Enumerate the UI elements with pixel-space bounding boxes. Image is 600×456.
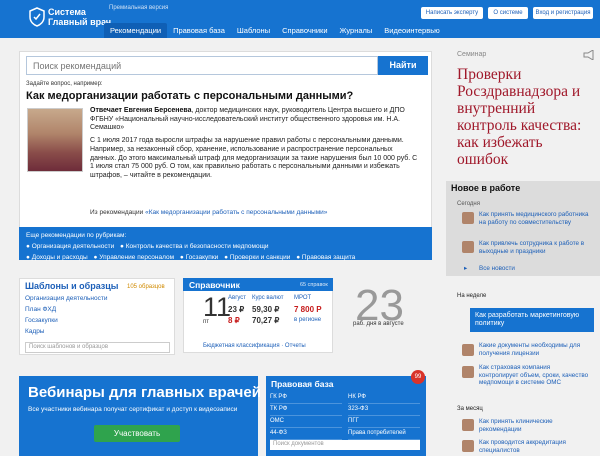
legal-title[interactable]: Правовая база xyxy=(271,379,333,389)
reference-links[interactable]: Бюджетная классификация · Отчеты xyxy=(203,343,306,349)
logo-line2: Главный врач xyxy=(48,17,112,27)
reference-count: 65 справок xyxy=(300,282,328,288)
avatar xyxy=(462,241,474,253)
template-item[interactable]: План ФХД xyxy=(25,306,56,313)
rubric-item[interactable]: ● Правовая защита xyxy=(296,254,355,261)
reference-weekday: пт xyxy=(203,319,209,325)
legal-search-input[interactable]: Поиск документов xyxy=(270,440,420,450)
week-label: На неделе xyxy=(457,293,487,299)
legal-item[interactable]: Права потребителей xyxy=(348,428,420,440)
rubric-item[interactable]: ● Организация деятельности xyxy=(26,243,114,250)
legal-item[interactable]: 323-ФЗ xyxy=(348,404,420,416)
avatar xyxy=(462,212,474,224)
rubric-item[interactable]: ● Госзакупки xyxy=(180,254,218,261)
news-title: Новое в работе xyxy=(451,183,521,193)
legal-item[interactable]: ПГГ xyxy=(348,416,420,428)
news-item[interactable]: Как привлечь сотрудника к работе в выход… xyxy=(479,240,591,255)
month-item[interactable]: Как принять клинические рекомендации xyxy=(479,418,591,433)
rubric-item[interactable]: ● Проверки и санкции xyxy=(224,254,290,261)
template-item[interactable]: Кадры xyxy=(25,328,44,335)
author-name: Отвечает Евгения Берсенева xyxy=(90,107,192,114)
avatar xyxy=(462,366,474,378)
webinar-text: Все участники вебинара получат сертифика… xyxy=(28,406,238,413)
nav-legal-base[interactable]: Правовая база xyxy=(167,23,231,38)
webinar-title: Вебинары для главных врачей xyxy=(28,384,261,401)
news-item[interactable]: Как принять медицинского работника на ра… xyxy=(479,211,591,226)
nav-video[interactable]: Видеоинтервью xyxy=(378,23,445,38)
month-label: За месяц xyxy=(457,406,483,412)
legal-item[interactable]: ОМС xyxy=(270,416,342,428)
ref-col3-val: 7 800 Р xyxy=(294,305,322,314)
ref-col1-val1: 23 ₽ xyxy=(228,305,245,314)
horn-icon[interactable] xyxy=(583,50,594,60)
write-expert-button[interactable]: Написать эксперту xyxy=(421,7,483,19)
templates-title[interactable]: Шаблоны и образцы xyxy=(25,281,119,291)
legal-item[interactable]: 44-ФЗ xyxy=(270,428,342,440)
from-label: Из рекомендации xyxy=(90,209,144,216)
seminar-label: Семинар xyxy=(457,51,487,58)
nav-recommendations[interactable]: Рекомендации xyxy=(104,23,168,38)
avatar xyxy=(462,440,474,452)
search-input[interactable] xyxy=(26,56,378,75)
answer-block: Отвечает Евгения Берсенева, доктор медиц… xyxy=(90,107,420,181)
login-button[interactable]: Вход и регистрация xyxy=(533,7,593,19)
template-item[interactable]: Организация деятельности xyxy=(25,295,107,302)
templates-count: 105 образцов xyxy=(127,284,165,290)
avatar xyxy=(462,419,474,431)
nav-reference[interactable]: Справочники xyxy=(276,23,333,38)
legal-grid: ГК РФ НК РФ ТК РФ 323-ФЗ ОМС ПГГ 44-ФЗ П… xyxy=(270,392,420,440)
ref-col1-val2: 8 ₽ xyxy=(228,316,240,325)
avatar xyxy=(462,344,474,356)
legal-item[interactable]: НК РФ xyxy=(348,392,420,404)
week-item[interactable]: Как страховая компания контролирует объе… xyxy=(479,364,591,387)
logo-text[interactable]: Система Главный врач xyxy=(48,7,111,27)
rubric-item[interactable]: ● Управление персоналом xyxy=(94,254,175,261)
news-today-label: Сегодня xyxy=(457,201,480,207)
from-recommendation: Из рекомендации «Как медорганизации рабо… xyxy=(90,209,327,216)
ref-col3-note[interactable]: в регионе xyxy=(294,317,321,323)
news-panel xyxy=(446,181,600,276)
ask-prompt: Задайте вопрос, например: xyxy=(26,81,103,87)
ref-col2-val2: 70,27 ₽ xyxy=(252,316,280,325)
rubric-item[interactable]: ● Доходы и расходы xyxy=(26,254,88,261)
ref-col3-head: МРОТ xyxy=(294,295,312,301)
rubric-item[interactable]: ● Контроль качества и безопасности медпо… xyxy=(120,243,269,250)
nav-journals[interactable]: Журналы xyxy=(334,23,379,38)
all-news-link[interactable]: Все новости xyxy=(479,265,515,273)
ref-col2-val1: 59,30 ₽ xyxy=(252,305,280,314)
ref-col1-head: Август xyxy=(228,295,247,301)
templates-search-input[interactable]: Поиск шаблонов и образцов xyxy=(25,342,170,353)
legal-item[interactable]: ГК РФ xyxy=(270,392,342,404)
main-nav: Рекомендации Правовая база Шаблоны Справ… xyxy=(104,23,446,38)
ref-col2-head: Курс валют xyxy=(252,295,284,301)
premium-label: Премиальная версия xyxy=(109,5,169,11)
logo-line1: Система xyxy=(48,7,86,17)
rubrics-label: Еще рекомендации по рубрикам: xyxy=(26,232,127,239)
legal-item[interactable]: ТК РФ xyxy=(270,404,342,416)
expert-photo xyxy=(27,108,83,172)
month-item[interactable]: Как проводится аккредитация специалистов xyxy=(479,439,591,454)
answer-text: С 1 июля 2017 года выросли штрафы за нар… xyxy=(90,137,418,179)
nav-templates[interactable]: Шаблоны xyxy=(231,23,276,38)
workdays-label: раб. дня в августе xyxy=(353,321,404,327)
rubrics-bar: Еще рекомендации по рубрикам: ● Организа… xyxy=(19,227,432,261)
search-button[interactable]: Найти xyxy=(378,56,428,75)
week-highlight[interactable]: Как разработать маркетинговую политику xyxy=(470,308,594,332)
reference-title[interactable]: Справочник xyxy=(189,280,240,290)
legal-badge: 99 xyxy=(411,370,425,384)
about-button[interactable]: О системе xyxy=(488,7,528,19)
shield-logo-icon xyxy=(29,7,45,27)
template-item[interactable]: Госзакупки xyxy=(25,317,58,324)
seminar-title[interactable]: Проверки Росздравнадзора и внутренний ко… xyxy=(457,66,597,168)
news-item-icon: ▸ xyxy=(464,265,468,272)
from-link[interactable]: «Как медорганизации работать с персональ… xyxy=(145,209,327,216)
example-question[interactable]: Как медорганизации работать с персональн… xyxy=(26,90,353,102)
week-item[interactable]: Какие документы необходимы для получения… xyxy=(479,342,591,357)
participate-button[interactable]: Участвовать xyxy=(94,425,180,442)
